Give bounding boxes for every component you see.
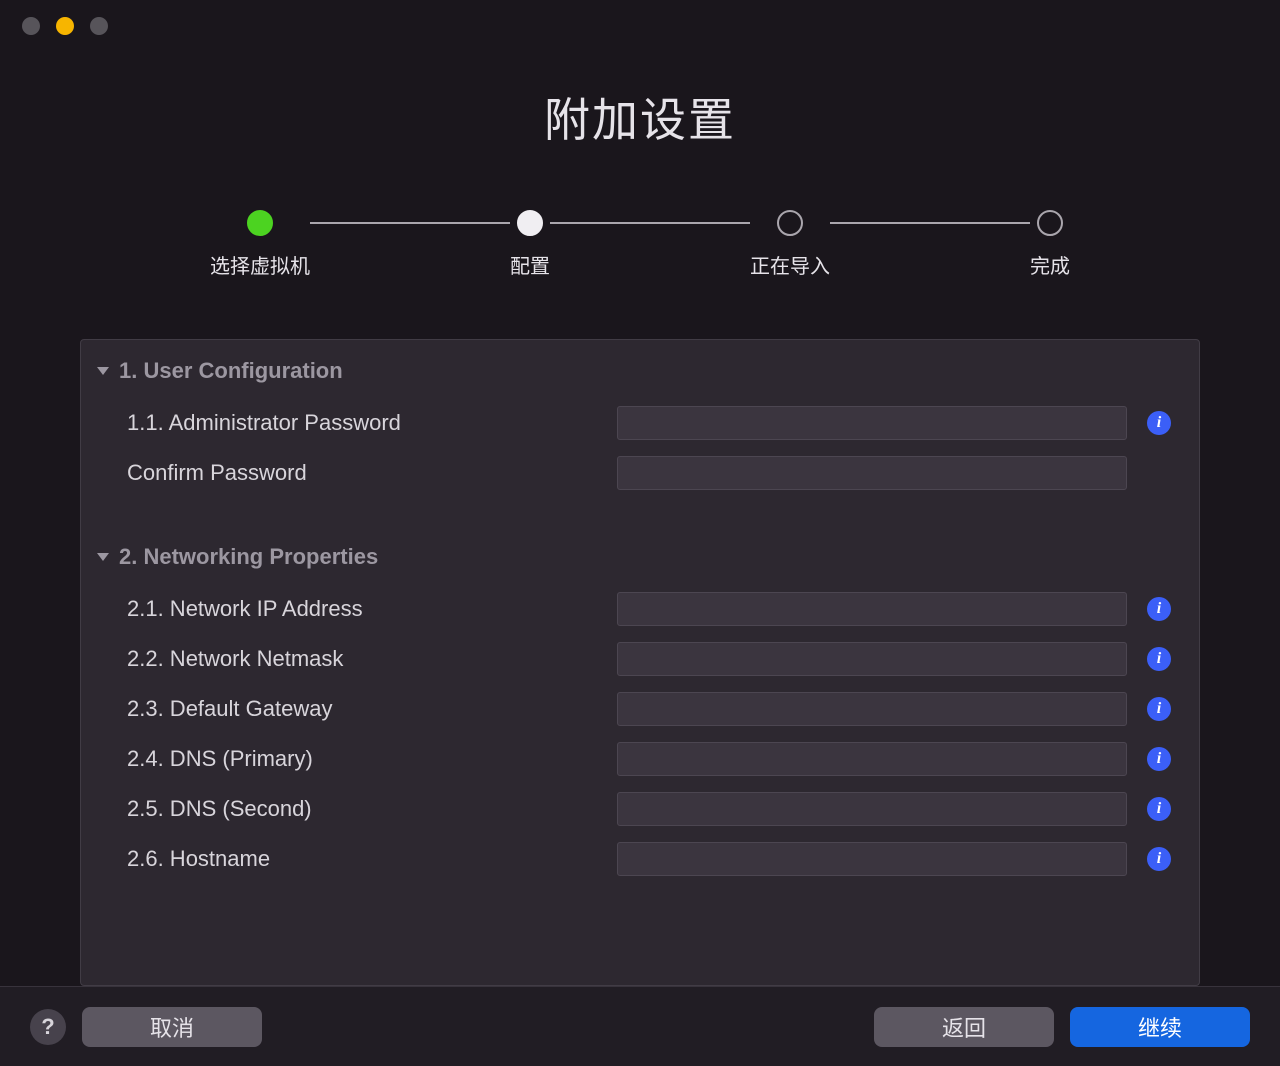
step-line [310, 222, 510, 224]
section-title: 2. Networking Properties [119, 544, 378, 570]
field-label: 2.2. Network Netmask [127, 646, 597, 672]
field-label: 2.4. DNS (Primary) [127, 746, 597, 772]
step-select-vm: 选择虚拟机 [210, 210, 310, 279]
dns-second-input[interactable] [617, 792, 1127, 826]
step-label: 配置 [510, 250, 550, 279]
step-dot-pending-icon [1037, 210, 1063, 236]
info-icon[interactable]: i [1147, 697, 1171, 721]
step-line [550, 222, 750, 224]
hostname-input[interactable] [617, 842, 1127, 876]
field-label: 1.1. Administrator Password [127, 410, 597, 436]
field-dns-primary: 2.4. DNS (Primary) i [81, 734, 1199, 784]
info-icon[interactable]: i [1147, 797, 1171, 821]
step-label: 选择虚拟机 [210, 250, 310, 279]
cancel-button[interactable]: 取消 [82, 1007, 262, 1047]
field-confirm-password: Confirm Password [81, 448, 1199, 498]
maximize-icon[interactable] [90, 17, 108, 35]
field-dns-second: 2.5. DNS (Second) i [81, 784, 1199, 834]
info-icon[interactable]: i [1147, 597, 1171, 621]
field-label: Confirm Password [127, 460, 597, 486]
ip-address-input[interactable] [617, 592, 1127, 626]
info-icon[interactable]: i [1147, 747, 1171, 771]
field-label: 2.1. Network IP Address [127, 596, 597, 622]
step-line [830, 222, 1030, 224]
back-button[interactable]: 返回 [874, 1007, 1054, 1047]
form-panel[interactable]: 1. User Configuration 1.1. Administrator… [80, 339, 1200, 986]
gateway-input[interactable] [617, 692, 1127, 726]
field-ip-address: 2.1. Network IP Address i [81, 584, 1199, 634]
titlebar [0, 0, 1280, 52]
info-icon[interactable]: i [1147, 647, 1171, 671]
chevron-down-icon [97, 553, 109, 561]
step-dot-done-icon [247, 210, 273, 236]
section-title: 1. User Configuration [119, 358, 343, 384]
confirm-password-input[interactable] [617, 456, 1127, 490]
netmask-input[interactable] [617, 642, 1127, 676]
step-dot-active-icon [517, 210, 543, 236]
close-icon[interactable] [22, 17, 40, 35]
step-label: 完成 [1030, 250, 1070, 279]
field-label: 2.6. Hostname [127, 846, 597, 872]
stepper: 选择虚拟机 配置 正在导入 完成 [0, 210, 1280, 279]
step-configure: 配置 [510, 210, 550, 279]
step-label: 正在导入 [750, 250, 830, 279]
step-finish: 完成 [1030, 210, 1070, 279]
info-icon[interactable]: i [1147, 847, 1171, 871]
info-icon[interactable]: i [1147, 411, 1171, 435]
field-gateway: 2.3. Default Gateway i [81, 684, 1199, 734]
page-title: 附加设置 [0, 84, 1280, 150]
section-header-networking[interactable]: 2. Networking Properties [81, 526, 1199, 584]
step-dot-pending-icon [777, 210, 803, 236]
admin-password-input[interactable] [617, 406, 1127, 440]
chevron-down-icon [97, 367, 109, 375]
field-netmask: 2.2. Network Netmask i [81, 634, 1199, 684]
minimize-icon[interactable] [56, 17, 74, 35]
footer: ? 取消 返回 继续 [0, 986, 1280, 1066]
help-button[interactable]: ? [30, 1009, 66, 1045]
field-admin-password: 1.1. Administrator Password i [81, 398, 1199, 448]
field-hostname: 2.6. Hostname i [81, 834, 1199, 884]
step-importing: 正在导入 [750, 210, 830, 279]
field-label: 2.5. DNS (Second) [127, 796, 597, 822]
field-label: 2.3. Default Gateway [127, 696, 597, 722]
section-header-user-config[interactable]: 1. User Configuration [81, 340, 1199, 398]
continue-button[interactable]: 继续 [1070, 1007, 1250, 1047]
dns-primary-input[interactable] [617, 742, 1127, 776]
